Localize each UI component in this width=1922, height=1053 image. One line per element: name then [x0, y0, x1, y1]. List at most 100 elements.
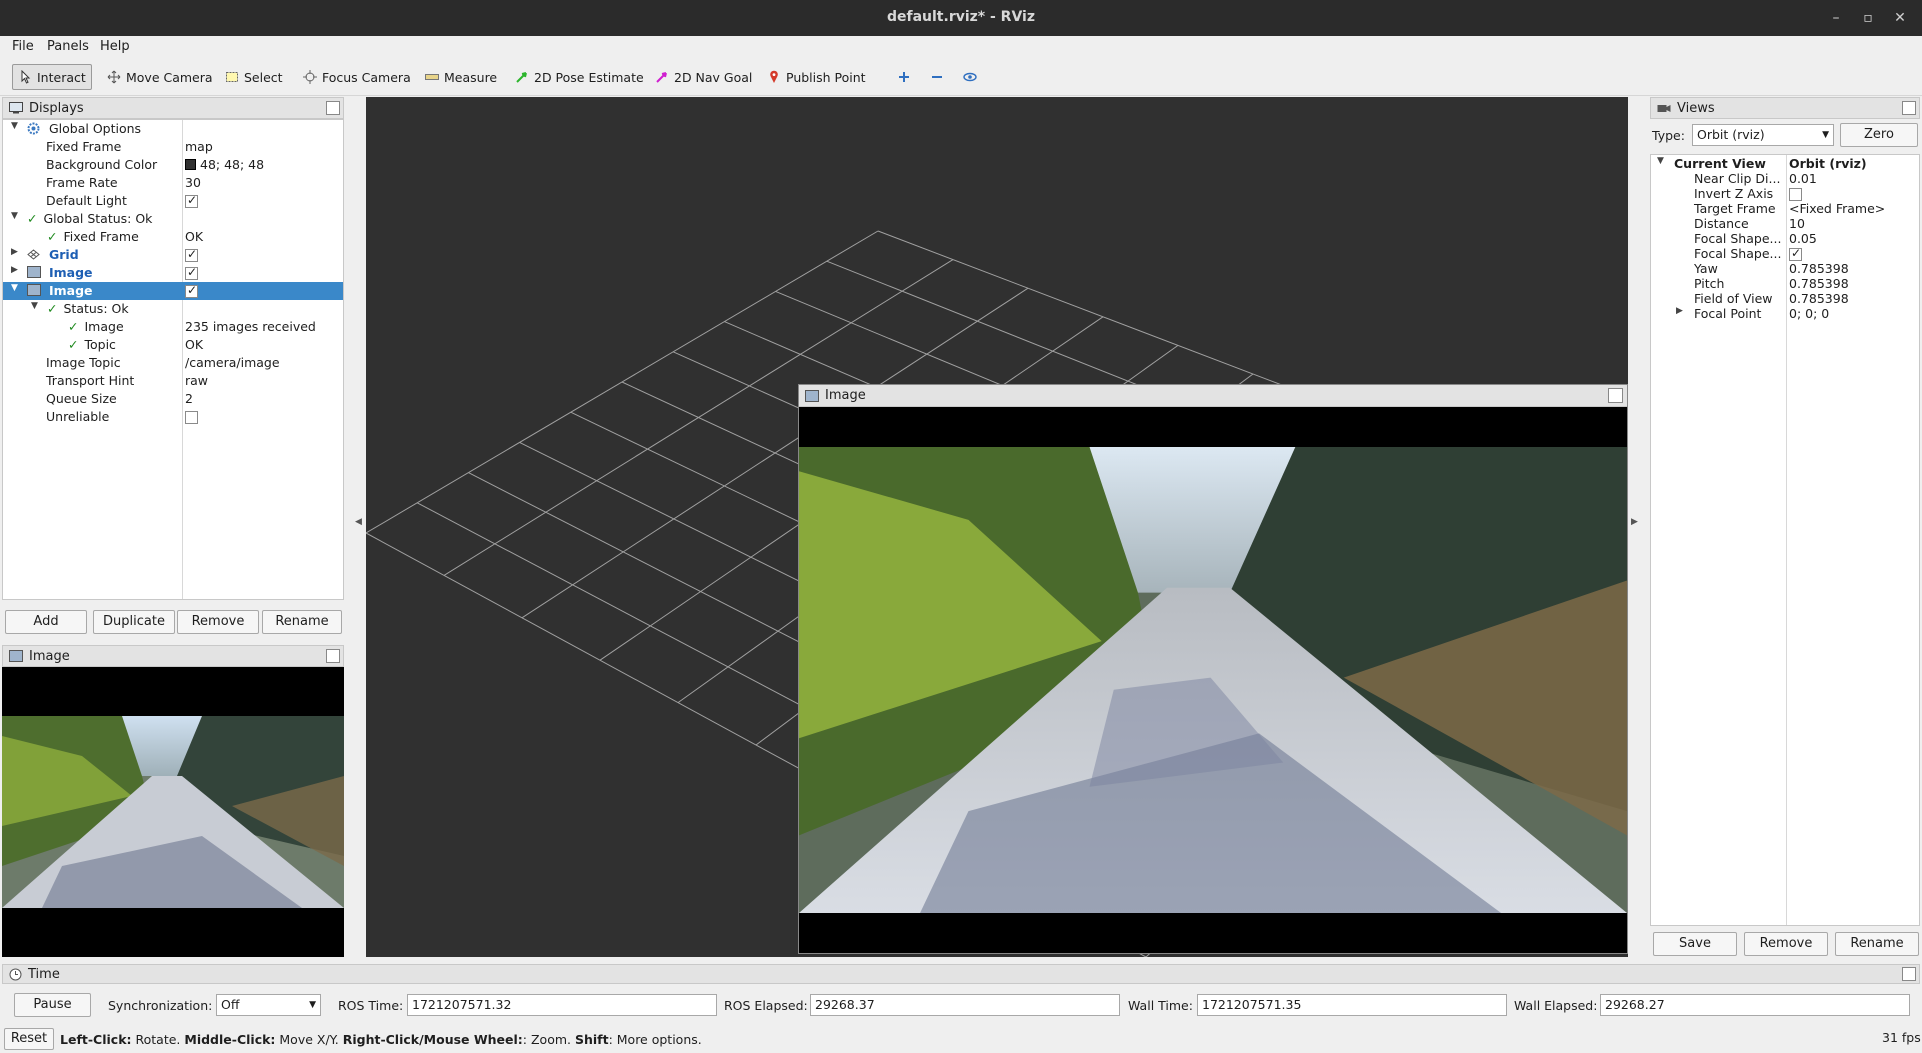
tree-row-global-status[interactable]: ▼ ✓ Global Status: Ok	[3, 210, 343, 228]
views-title: Views	[1677, 100, 1715, 116]
image-panel-close-button[interactable]	[326, 649, 340, 663]
duplicate-display-button[interactable]: Duplicate	[93, 610, 175, 634]
color-swatch[interactable]	[185, 159, 196, 170]
tree-row-grid[interactable]: ▶ Grid	[3, 246, 343, 264]
ros-time-field[interactable]: 1721207571.32	[407, 994, 717, 1016]
rename-view-button[interactable]: Rename	[1835, 932, 1919, 956]
view-property-value[interactable]: 0.01	[1789, 171, 1817, 186]
image-panel-view	[2, 667, 344, 957]
image-window-title: Image	[825, 388, 866, 403]
view-property-value[interactable]: 0.785398	[1789, 291, 1849, 306]
displays-close-button[interactable]	[326, 101, 340, 115]
image-1-checkbox[interactable]	[185, 265, 198, 280]
expand-arrow-icon[interactable]: ▶	[1676, 306, 1683, 316]
image-topic-value[interactable]: /camera/image	[185, 355, 280, 370]
time-close-button[interactable]	[1902, 967, 1916, 981]
interact-tool[interactable]: Interact	[12, 64, 92, 90]
view-property-row[interactable]: ▶ Focal Point 0; 0; 0	[1651, 305, 1919, 323]
tree-row-transport-hint[interactable]: Transport Hint raw	[3, 372, 343, 390]
rename-display-button[interactable]: Rename	[262, 610, 342, 634]
tree-row-image-2[interactable]: ▼ Image	[3, 282, 343, 300]
focus-camera-tool[interactable]: Focus Camera	[298, 64, 416, 90]
measure-tool[interactable]: Measure	[420, 64, 502, 90]
view-property-value[interactable]: 0.05	[1789, 231, 1817, 246]
default-light-checkbox[interactable]	[185, 193, 198, 208]
nav-goal-label: 2D Nav Goal	[674, 69, 753, 85]
image-window-close-button[interactable]	[1608, 388, 1623, 403]
view-property-value[interactable]: 0.785398	[1789, 276, 1849, 291]
view-property-value[interactable]: <Fixed Frame>	[1789, 201, 1885, 216]
image-window[interactable]: Image	[798, 384, 1628, 954]
tree-row-unreliable[interactable]: Unreliable	[3, 408, 343, 426]
close-icon[interactable]: ✕	[1890, 8, 1910, 28]
background-color-value[interactable]: 48; 48; 48	[200, 157, 264, 172]
remove-view-button[interactable]: Remove	[1744, 932, 1828, 956]
pause-button[interactable]: Pause	[14, 993, 91, 1017]
frame-rate-value[interactable]: 30	[185, 175, 201, 190]
check-icon: ✓	[27, 211, 38, 226]
zero-button[interactable]: Zero	[1840, 123, 1918, 147]
publish-point-tool[interactable]: Publish Point	[762, 64, 871, 90]
left-splitter[interactable]: ◀	[354, 97, 364, 957]
status-image-value: 235 images received	[185, 319, 316, 334]
image-2-checkbox[interactable]	[185, 283, 198, 298]
view-property-label: Near Clip Di...	[1694, 171, 1781, 186]
window-titlebar: default.rviz* - RViz – ▫ ✕	[0, 0, 1922, 36]
ros-elapsed-field[interactable]: 29268.37	[810, 994, 1120, 1016]
transport-hint-value[interactable]: raw	[185, 373, 208, 388]
menu-file[interactable]: File	[12, 39, 34, 54]
wall-elapsed-label: Wall Elapsed:	[1514, 998, 1598, 1013]
tree-row-status-image[interactable]: ✓ Image 235 images received	[3, 318, 343, 336]
status-topic-value: OK	[185, 337, 204, 352]
tree-row-status-ok[interactable]: ▼ ✓ Status: Ok	[3, 300, 343, 318]
ruler-icon	[425, 74, 439, 80]
view-property-label: Field of View	[1694, 291, 1773, 306]
remove-tool-button[interactable]	[925, 64, 949, 90]
wall-time-field[interactable]: 1721207571.35	[1197, 994, 1507, 1016]
tree-row-default-light[interactable]: Default Light	[3, 192, 343, 210]
move-arrows-icon	[107, 70, 121, 84]
minimize-icon[interactable]: –	[1826, 8, 1846, 28]
sync-select[interactable]: Off ▼	[216, 994, 321, 1016]
remove-display-button[interactable]: Remove	[177, 610, 259, 634]
save-view-button[interactable]: Save	[1653, 932, 1737, 956]
select-rect-icon	[226, 72, 238, 82]
grid-icon	[27, 249, 40, 260]
image-panel-title: Image	[29, 648, 70, 664]
unreliable-checkbox[interactable]	[185, 411, 198, 424]
tree-row-fixed-frame[interactable]: Fixed Frame map	[3, 138, 343, 156]
view-property-value[interactable]: 10	[1789, 216, 1805, 231]
tool-properties-button[interactable]	[958, 64, 982, 90]
pose-estimate-tool[interactable]: 2D Pose Estimate	[510, 64, 649, 90]
wall-elapsed-field[interactable]: 29268.27	[1600, 994, 1910, 1016]
queue-size-value[interactable]: 2	[185, 391, 193, 406]
add-tool-button[interactable]	[892, 64, 916, 90]
menu-help[interactable]: Help	[100, 39, 130, 54]
tree-row-image-1[interactable]: ▶ Image	[3, 264, 343, 282]
views-tree: ▼ Current View Orbit (rviz) Near Clip Di…	[1650, 154, 1920, 926]
tree-row-gs-fixed-frame[interactable]: ✓ Fixed Frame OK	[3, 228, 343, 246]
tree-row-frame-rate[interactable]: Frame Rate 30	[3, 174, 343, 192]
view-property-value[interactable]: 0; 0; 0	[1789, 306, 1829, 321]
tree-row-status-topic[interactable]: ✓ Topic OK	[3, 336, 343, 354]
maximize-icon[interactable]: ▫	[1858, 8, 1878, 28]
select-tool[interactable]: Select	[220, 64, 288, 90]
tree-row-image-topic[interactable]: Image Topic /camera/image	[3, 354, 343, 372]
views-close-button[interactable]	[1902, 101, 1916, 115]
move-camera-tool[interactable]: Move Camera	[102, 64, 218, 90]
nav-goal-tool[interactable]: 2D Nav Goal	[650, 64, 757, 90]
menu-panels[interactable]: Panels	[47, 39, 89, 54]
add-display-button[interactable]: Add	[5, 610, 87, 634]
status-ok-label: Status: Ok	[63, 301, 129, 316]
fixed-frame-value[interactable]: map	[185, 139, 213, 154]
reset-button[interactable]: Reset	[4, 1028, 54, 1050]
tree-row-global-options[interactable]: ▼ Global Options	[3, 120, 343, 138]
image-window-titlebar[interactable]: Image	[799, 385, 1627, 407]
right-splitter[interactable]: ▶	[1630, 97, 1642, 957]
view-type-select[interactable]: Orbit (rviz) ▼	[1692, 124, 1834, 146]
tree-row-queue-size[interactable]: Queue Size 2	[3, 390, 343, 408]
grid-checkbox[interactable]	[185, 247, 198, 262]
map-pin-icon	[770, 70, 778, 83]
tree-row-background-color[interactable]: Background Color 48; 48; 48	[3, 156, 343, 174]
view-property-value[interactable]: 0.785398	[1789, 261, 1849, 276]
